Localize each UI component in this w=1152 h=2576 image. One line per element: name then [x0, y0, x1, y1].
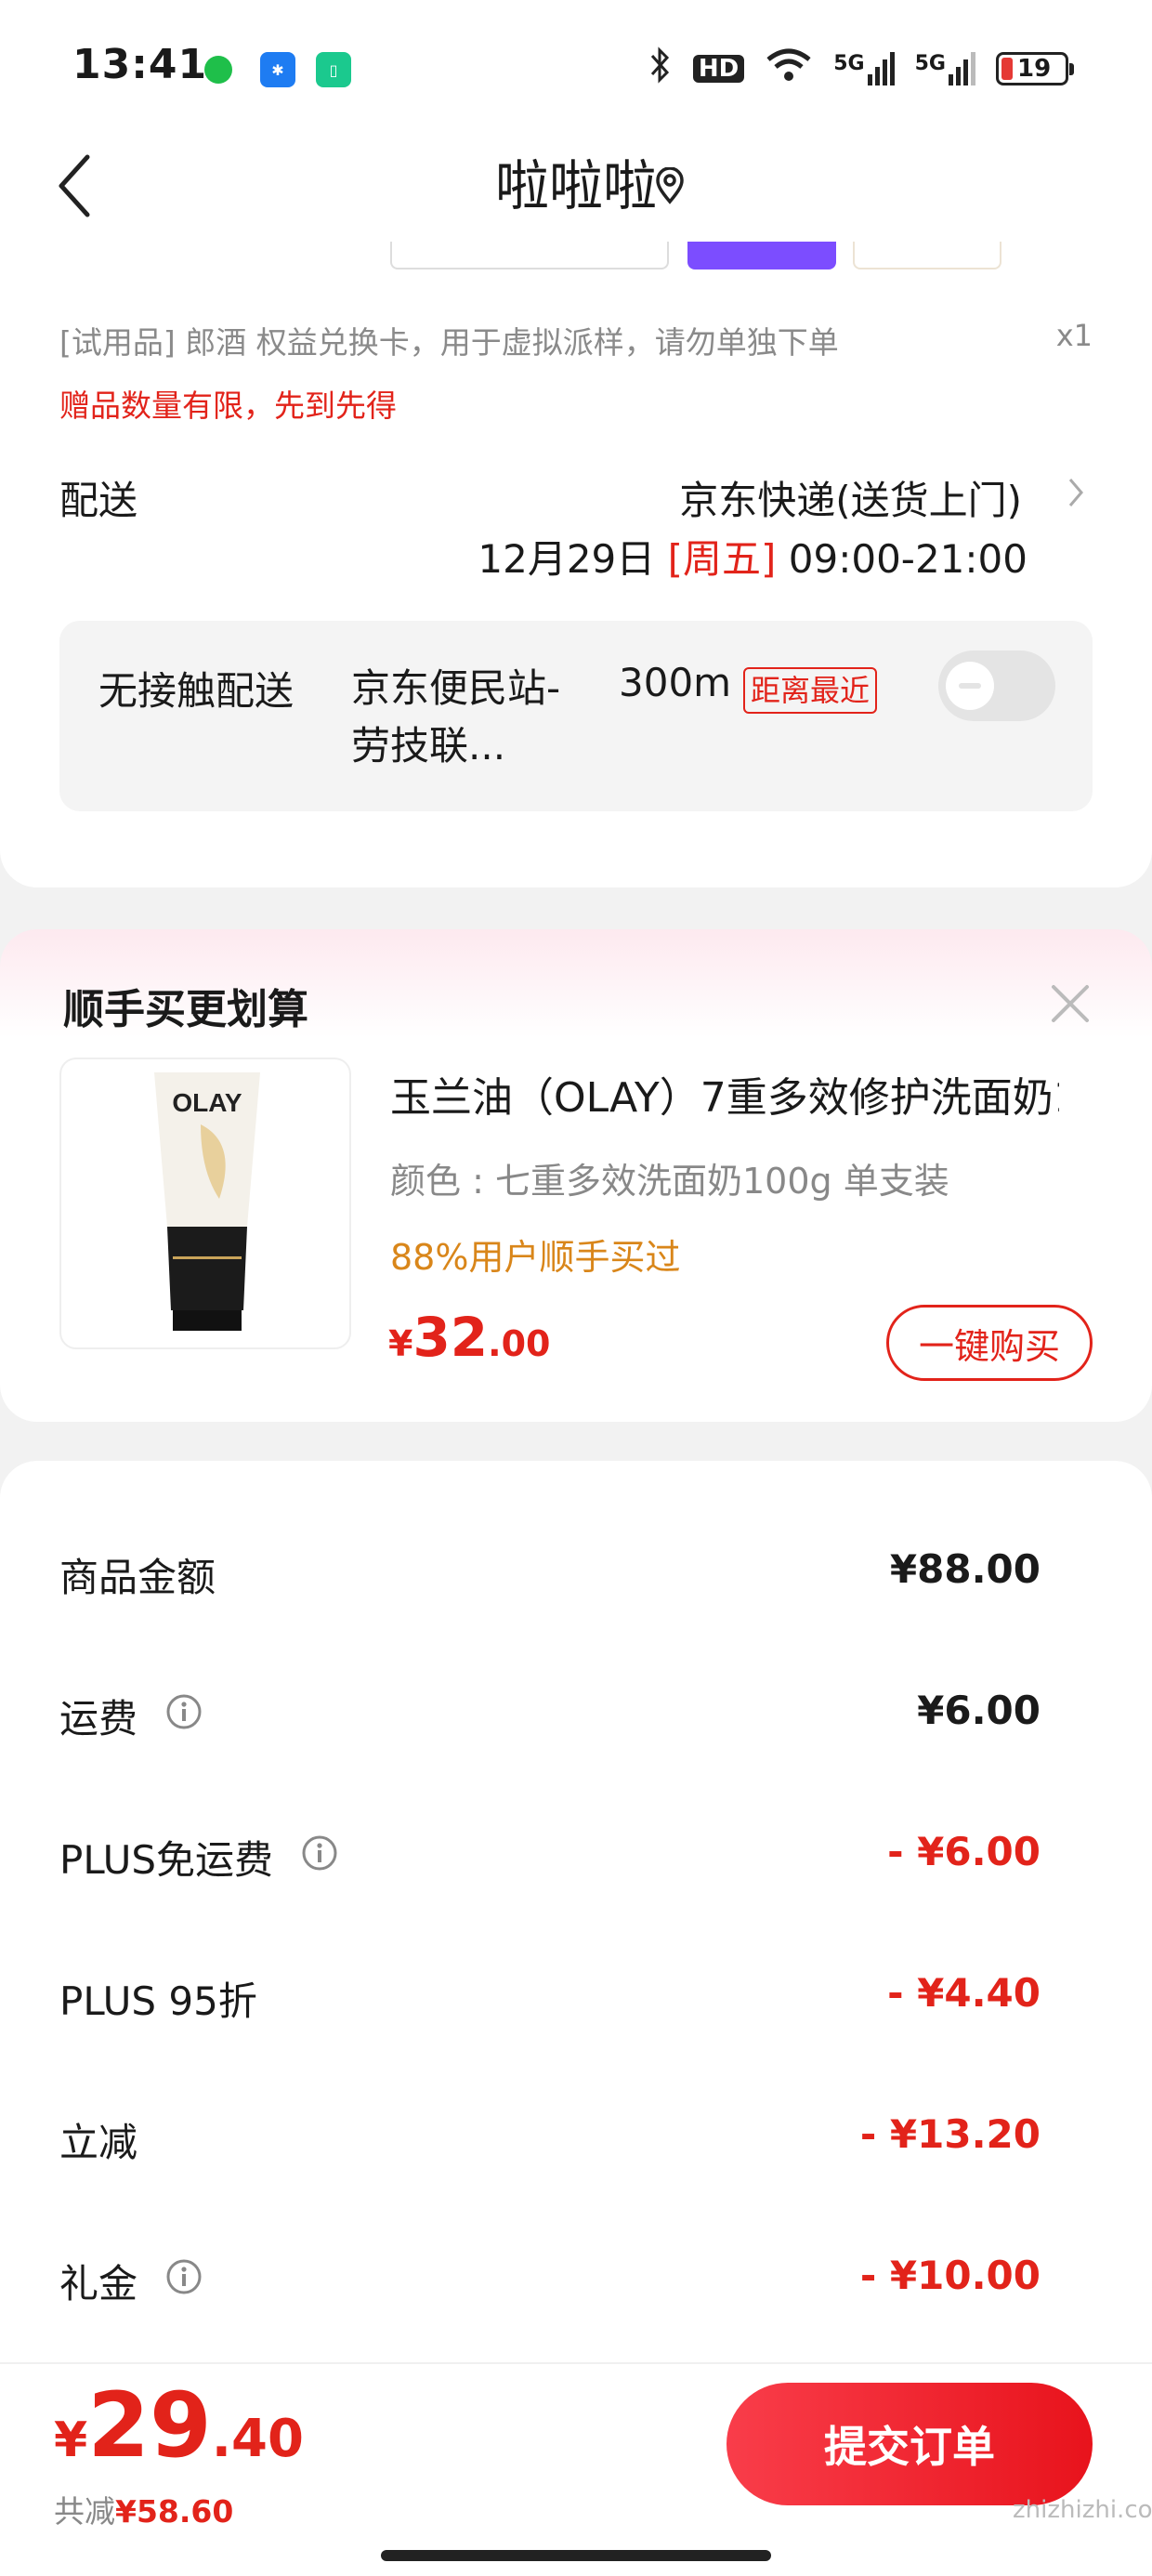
wifi-icon — [765, 46, 813, 91]
station-distance: 300m — [619, 660, 732, 705]
status-time: 13:41 — [72, 41, 208, 88]
close-icon[interactable] — [1048, 981, 1093, 1030]
contactless-delivery-option: 无接触配送 京东便民站-劳技联... 300m 距离最近 — [59, 621, 1093, 811]
summary-row-value: - ¥13.20 — [859, 2111, 1041, 2157]
status-bar: 13:41 ✱ ▯ HD 5G 5G 19 — [0, 0, 1152, 130]
pickup-station-name: 京东便民站-劳技联... — [351, 665, 561, 769]
message-app-icon — [204, 56, 232, 84]
svg-text:OLAY: OLAY — [172, 1088, 242, 1117]
product-name[interactable]: 玉兰油（OLAY）7重多效修护洗面奶100g — [390, 1064, 1059, 1124]
delivery-time-range: 09:00-21:00 — [788, 536, 1028, 582]
social-proof: 88%用户顺手买过 — [390, 1237, 681, 1278]
info-icon[interactable] — [165, 1693, 203, 1740]
nearest-badge: 距离最近 — [743, 667, 878, 714]
battery-icon: 19 — [996, 52, 1074, 85]
item-quantity: x1 — [1055, 318, 1093, 353]
signal-icon-1: 5G — [833, 52, 895, 85]
summary-row-value: - ¥10.00 — [859, 2253, 1041, 2298]
summary-row-value: - ¥4.40 — [887, 1970, 1041, 2016]
delivery-label: 配送 — [59, 478, 138, 523]
summary-row-label: PLUS 95折 — [59, 1978, 257, 2024]
summary-row-value: ¥88.00 — [889, 1546, 1041, 1592]
total-savings: 共减¥58.60 — [54, 2493, 234, 2530]
checkout-bar: ¥ 29 .40 共减¥58.60 提交订单 — [0, 2362, 1152, 2576]
page-title: 啦啦啦 — [494, 154, 657, 217]
contactless-toggle[interactable] — [938, 651, 1055, 721]
info-icon[interactable] — [301, 1834, 338, 1881]
trial-item-text: [试用品] 郎酒 权益兑换卡，用于虚拟派样，请勿单独下单 — [59, 324, 839, 361]
upsell-card: 顺手买更划算 OLAY 玉兰油（OLAY）7重多效修护洗面奶100g 颜色 : … — [0, 929, 1152, 1422]
delivery-date: 12月29日 — [478, 536, 656, 582]
one-click-buy-button[interactable]: 一键购买 — [886, 1305, 1093, 1381]
submit-order-button[interactable]: 提交订单 — [727, 2383, 1093, 2505]
product-price: ¥ 32 .00 — [388, 1306, 551, 1369]
summary-row-label: 商品金额 — [59, 1555, 216, 1600]
summary-row-label: 运费 — [59, 1688, 203, 1744]
bluetooth-icon — [648, 46, 673, 91]
product-image[interactable]: OLAY — [59, 1058, 351, 1349]
top-nav: 啦啦啦 — [0, 130, 1152, 242]
delivery-weekday: [周五] — [667, 536, 777, 582]
summary-row-label: 礼金 — [59, 2253, 203, 2309]
upsell-title: 顺手买更划算 — [63, 986, 308, 1033]
battery-app-icon: ▯ — [316, 52, 351, 87]
gift-note: 赠品数量有限，先到先得 — [59, 388, 397, 424]
watermark: zhizhizhi.com — [1013, 2496, 1152, 2524]
total-price: ¥ 29 .40 — [54, 2373, 304, 2477]
signal-icon-2: 5G — [915, 52, 975, 85]
summary-row-value: ¥6.00 — [917, 1688, 1041, 1733]
summary-row-label: 立减 — [59, 2120, 138, 2165]
info-icon[interactable] — [165, 2258, 203, 2305]
summary-row-label: PLUS免运费 — [59, 1829, 338, 1886]
variant-tab[interactable] — [390, 242, 669, 269]
delivery-method[interactable]: 京东快递(送货上门) — [679, 469, 1022, 526]
contactless-label: 无接触配送 — [98, 668, 295, 714]
variant-tab[interactable] — [853, 242, 1001, 269]
product-spec: 颜色 : 七重多效洗面奶100g 单支装 — [390, 1161, 949, 1202]
location-pin-icon[interactable] — [654, 166, 686, 208]
chevron-right-icon[interactable] — [1067, 474, 1085, 515]
app-notification-icon: ✱ — [260, 52, 295, 87]
delivery-time[interactable]: 12月29日 [周五] 09:00-21:00 — [478, 528, 1028, 585]
summary-row-value: - ¥6.00 — [887, 1829, 1041, 1874]
hd-icon: HD — [692, 55, 745, 83]
variant-tab-active[interactable] — [687, 242, 836, 269]
home-indicator[interactable] — [381, 2550, 771, 2561]
order-item-card: [试用品] 郎酒 权益兑换卡，用于虚拟派样，请勿单独下单 x1 赠品数量有限，先… — [0, 242, 1152, 887]
